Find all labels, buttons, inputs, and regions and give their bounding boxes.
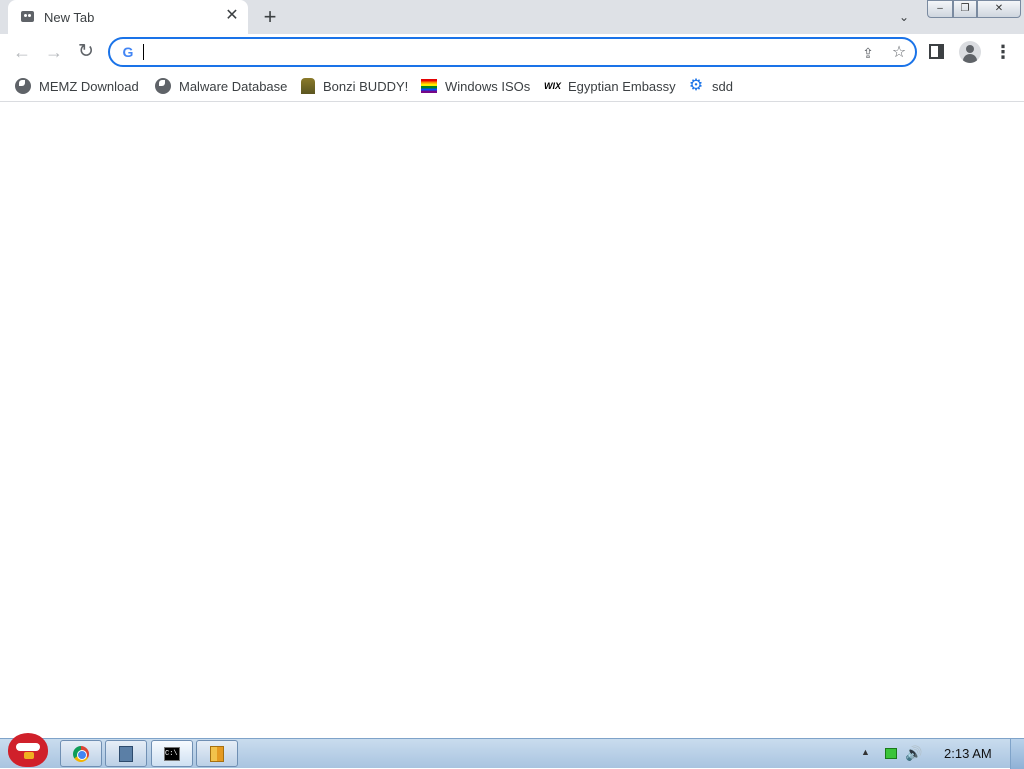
bookmark-label: Bonzi BUDDY! bbox=[323, 78, 409, 94]
taskbar-app-button[interactable] bbox=[105, 740, 147, 767]
close-window-button[interactable]: ✕ bbox=[977, 0, 1021, 18]
bookmark-memz-download[interactable]: MEMZ Download bbox=[15, 76, 139, 96]
bonzi-icon bbox=[301, 78, 315, 94]
minimize-button[interactable]: – bbox=[927, 0, 953, 18]
tab-title: New Tab bbox=[44, 10, 95, 25]
show-hidden-icons-icon[interactable]: ▲ bbox=[861, 747, 870, 757]
bookmark-windows-isos[interactable]: Windows ISOs bbox=[421, 76, 530, 96]
window-controls: – ❐ ✕ bbox=[927, 0, 1021, 18]
back-arrow-icon[interactable]: ← bbox=[9, 39, 35, 65]
app-window-icon bbox=[119, 745, 133, 762]
text-caret bbox=[143, 44, 144, 60]
new-tab-favicon-icon bbox=[21, 11, 34, 22]
bookmark-label: MEMZ Download bbox=[39, 78, 139, 94]
browser-titlebar: New Tab ✕ + ⌄ – ❐ ✕ bbox=[0, 0, 1024, 34]
system-tray: ▲ 🔊 2:13 AM bbox=[850, 739, 1024, 769]
new-tab-button[interactable]: + bbox=[258, 5, 282, 29]
globe-icon bbox=[155, 78, 171, 94]
bookmark-label: Egyptian Embassy bbox=[568, 78, 676, 94]
kebab-menu-icon[interactable]: ⋮ bbox=[994, 40, 1012, 64]
bookmark-label: Malware Database bbox=[179, 78, 288, 94]
start-button[interactable] bbox=[2, 731, 52, 769]
profile-avatar-icon[interactable] bbox=[959, 41, 981, 63]
address-bar[interactable]: G ⇪ ☆ bbox=[108, 37, 917, 67]
tab-search-chevron-icon[interactable]: ⌄ bbox=[894, 8, 914, 26]
bookmark-star-icon[interactable]: ☆ bbox=[889, 43, 909, 63]
bookmarks-bar: MEMZ Download Malware Database Bonzi BUD… bbox=[0, 70, 1024, 102]
browser-toolbar: ← → ↻ G ⇪ ☆ ⋮ bbox=[0, 34, 1024, 70]
chrome-icon bbox=[73, 745, 89, 762]
volume-icon[interactable]: 🔊 bbox=[905, 745, 922, 762]
bookmark-bonzi-buddy[interactable]: Bonzi BUDDY! bbox=[301, 76, 408, 96]
bookmark-egyptian-embassy[interactable]: WIX Egyptian Embassy bbox=[544, 76, 676, 96]
globe-icon bbox=[15, 78, 31, 94]
forward-arrow-icon[interactable]: → bbox=[41, 39, 67, 65]
google-icon: G bbox=[122, 44, 134, 60]
taskbar-file-button[interactable] bbox=[196, 740, 238, 767]
taskbar-cmd-button[interactable]: C:\ bbox=[151, 740, 193, 767]
tab-close-icon[interactable]: ✕ bbox=[222, 6, 242, 26]
rainbow-flag-icon bbox=[421, 79, 437, 93]
reload-icon[interactable]: ↻ bbox=[73, 39, 99, 65]
file-icon bbox=[210, 745, 224, 762]
page-content bbox=[0, 103, 1024, 738]
gear-icon: ⚙ bbox=[688, 77, 704, 94]
bookmark-malware-database[interactable]: Malware Database bbox=[155, 76, 287, 96]
bookmark-label: sdd bbox=[712, 78, 733, 94]
maximize-button[interactable]: ❐ bbox=[953, 0, 977, 18]
network-icon[interactable] bbox=[885, 748, 897, 759]
show-desktop-button[interactable] bbox=[1010, 739, 1024, 769]
wix-icon: WIX bbox=[544, 81, 561, 91]
share-icon[interactable]: ⇪ bbox=[858, 43, 878, 63]
address-input[interactable] bbox=[142, 42, 842, 62]
bookmark-label: Windows ISOs bbox=[445, 78, 531, 94]
side-panel-icon[interactable] bbox=[929, 44, 944, 59]
bookmark-sdd[interactable]: ⚙ sdd bbox=[688, 76, 733, 96]
command-prompt-icon: C:\ bbox=[164, 746, 180, 761]
taskbar: C:\ ▲ 🔊 2:13 AM bbox=[0, 733, 1024, 769]
taskbar-chrome-button[interactable] bbox=[60, 740, 102, 767]
tab-new-tab[interactable]: New Tab ✕ bbox=[8, 0, 248, 34]
clock[interactable]: 2:13 AM bbox=[944, 746, 992, 761]
angry-bird-start-icon bbox=[8, 733, 48, 767]
